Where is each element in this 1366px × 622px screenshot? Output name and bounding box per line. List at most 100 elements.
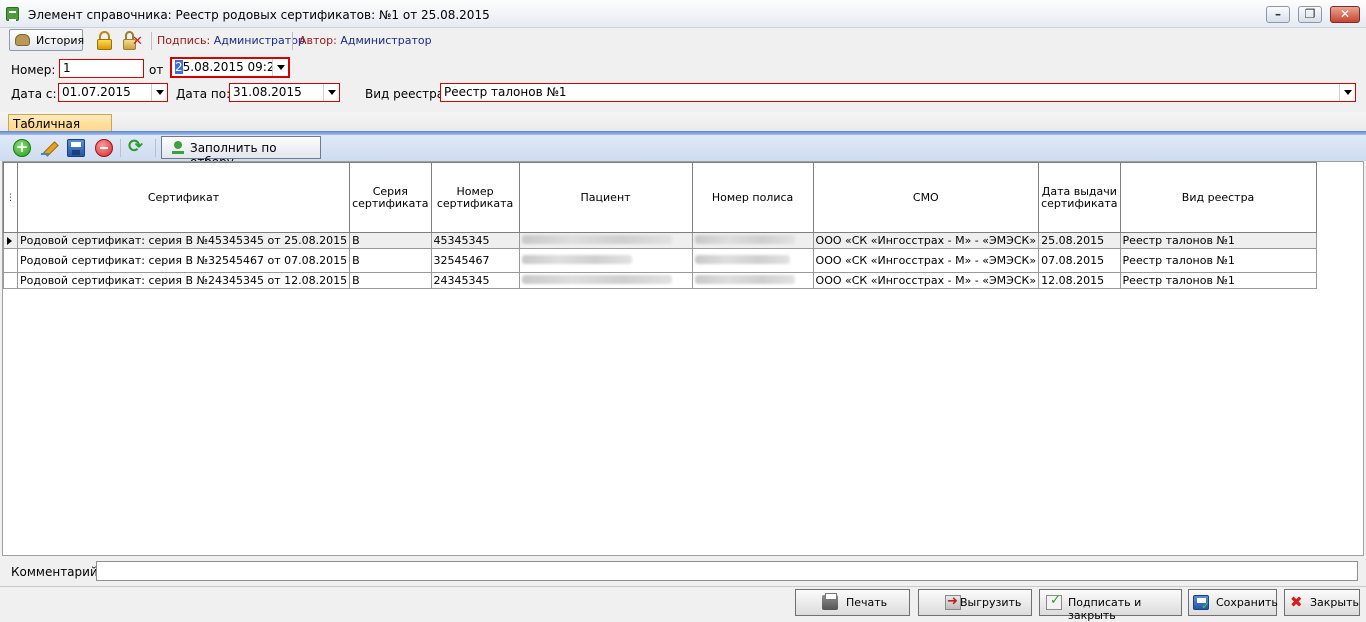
minimize-button[interactable]: – [1266,6,1290,23]
table-header-row: ⋮ Сертификат Серия сертификата Номер сер… [3,162,1317,233]
row-indicator-header[interactable]: ⋮ [3,162,18,233]
cell-number[interactable]: 24345345 [430,272,520,289]
cell-series[interactable]: В [349,232,432,249]
author-value: Администратор [340,34,432,47]
date-selected-char: 2 [175,60,183,74]
print-label: Печать [846,596,888,609]
close-icon: ✕ [1339,7,1351,21]
cell-registry[interactable]: Реестр талонов №1 [1119,248,1317,273]
number-label: Номер: [11,63,56,77]
certificates-table: ⋮ Сертификат Серия сертификата Номер сер… [3,162,1317,289]
col-header-policy[interactable]: Номер полиса [691,162,814,233]
lock-icon[interactable] [96,31,113,50]
history-button[interactable]: История [9,29,84,51]
cell-certificate[interactable]: Родовой сертификат: серия В №32545467 от… [16,248,351,273]
export-label: Выгрузить [960,596,1022,609]
tab-strip: Табличная часть [0,112,1366,145]
add-icon[interactable] [13,138,31,157]
close-window-button[interactable]: ✕ [1330,6,1360,23]
cell-policy[interactable] [691,272,814,289]
date-field[interactable]: 25.08.2015 09:25 [170,57,290,78]
date-from-dropdown-icon[interactable] [151,84,167,101]
col-header-issue-date[interactable]: Дата выдачи сертификата [1038,162,1121,233]
cell-patient[interactable] [518,248,693,273]
date-to-label: Дата по: [176,87,231,101]
history-icon [15,34,30,46]
number-input[interactable]: 1 [59,59,144,78]
cell-certificate[interactable]: Родовой сертификат: серия В №45345345 от… [16,232,351,249]
export-button[interactable]: Выгрузить [918,589,1032,616]
close-button[interactable]: Закрыть [1284,589,1360,616]
cell-smo[interactable]: ООО «СК «Ингосстрах - М» - «ЭМЭСК» [812,232,1040,249]
date-to-dropdown-icon[interactable] [323,84,339,101]
table-row[interactable]: Родовой сертификат: серия В №45345345 от… [3,232,1317,249]
comment-input[interactable] [96,561,1358,581]
window-title: Элемент справочника: Реестр родовых серт… [28,8,490,22]
policy-redacted [694,275,795,284]
table-row[interactable]: Родовой сертификат: серия В №32545467 от… [3,248,1317,273]
date-to-field[interactable]: 31.08.2015 [229,83,340,102]
patient-redacted [521,235,672,244]
registry-type-dropdown-icon[interactable] [1339,84,1355,101]
date-from-value: 01.07.2015 [62,85,131,99]
cell-series[interactable]: В [349,248,432,273]
date-value: 5.08.2015 09:25 [182,60,283,74]
cell-number[interactable]: 32545467 [430,248,520,273]
close-label: Закрыть [1310,596,1359,609]
row-indicator[interactable] [3,272,18,289]
sign-document-icon [1046,593,1062,610]
cell-smo[interactable]: ООО «СК «Ингосстрах - М» - «ЭМЭСК» [812,248,1040,273]
save-label: Сохранить [1216,596,1278,609]
cell-issue-date[interactable]: 25.08.2015 [1038,232,1121,249]
save-icon[interactable] [67,139,85,157]
sign-and-close-button[interactable]: Подписать и закрыть [1039,589,1182,622]
table-area: ⋮ Сертификат Серия сертификата Номер сер… [2,161,1364,556]
cell-issue-date[interactable]: 12.08.2015 [1038,272,1121,289]
date-from-label: Дата с: [11,87,57,101]
date-from-field[interactable]: 01.07.2015 [58,83,168,102]
restore-icon: ❐ [1304,7,1316,21]
cell-registry[interactable]: Реестр талонов №1 [1119,232,1317,249]
printer-icon [822,593,838,610]
edit-icon[interactable] [40,139,58,157]
comment-label: Комментарий: [11,565,102,579]
col-header-series[interactable]: Серия сертификата [349,162,432,233]
form-toolbar: История ✕ Подпись: Администратор Автор: … [0,28,1366,54]
cell-patient[interactable] [518,232,693,249]
patient-redacted [521,255,632,264]
cell-registry[interactable]: Реестр талонов №1 [1119,272,1317,289]
cell-issue-date[interactable]: 07.08.2015 [1038,248,1121,273]
col-header-registry[interactable]: Вид реестра [1119,162,1317,233]
col-header-number[interactable]: Номер сертификата [430,162,520,233]
maximize-button[interactable]: ❐ [1298,6,1322,23]
unlock-icon[interactable]: ✕ [123,31,143,50]
row-indicator[interactable] [3,232,18,249]
export-icon [945,594,961,610]
col-header-patient[interactable]: Пациент [518,162,693,233]
col-header-smo[interactable]: СМО [812,162,1040,233]
cell-certificate[interactable]: Родовой сертификат: серия В №24345345 от… [16,272,351,289]
toolbar-separator [151,32,152,50]
cell-smo[interactable]: ООО «СК «Ингосстрах - М» - «ЭМЭСК» [812,272,1040,289]
date-dropdown-icon[interactable] [272,59,288,76]
cell-series[interactable]: В [349,272,432,289]
fill-by-filter-button[interactable]: Заполнить по отбору [161,136,321,169]
app-icon [6,7,19,21]
cell-policy[interactable] [691,248,814,273]
table-row[interactable]: Родовой сертификат: серия В №24345345 от… [3,272,1317,289]
registry-type-value: Реестр талонов №1 [444,85,567,99]
close-icon [1289,593,1305,611]
cell-number[interactable]: 45345345 [430,232,520,249]
cell-patient[interactable] [518,272,693,289]
author-info: Автор: Администратор [299,34,432,47]
row-indicator[interactable] [3,248,18,273]
toolbar-separator [120,139,121,157]
save-button[interactable]: Сохранить [1188,589,1278,616]
delete-icon[interactable] [95,139,113,157]
from-label: от [149,63,164,77]
refresh-icon[interactable] [128,136,146,157]
print-button[interactable]: Печать [795,589,910,616]
registry-type-field[interactable]: Реестр талонов №1 [440,83,1356,102]
col-header-certificate[interactable]: Сертификат [16,162,351,233]
cell-policy[interactable] [691,232,814,249]
